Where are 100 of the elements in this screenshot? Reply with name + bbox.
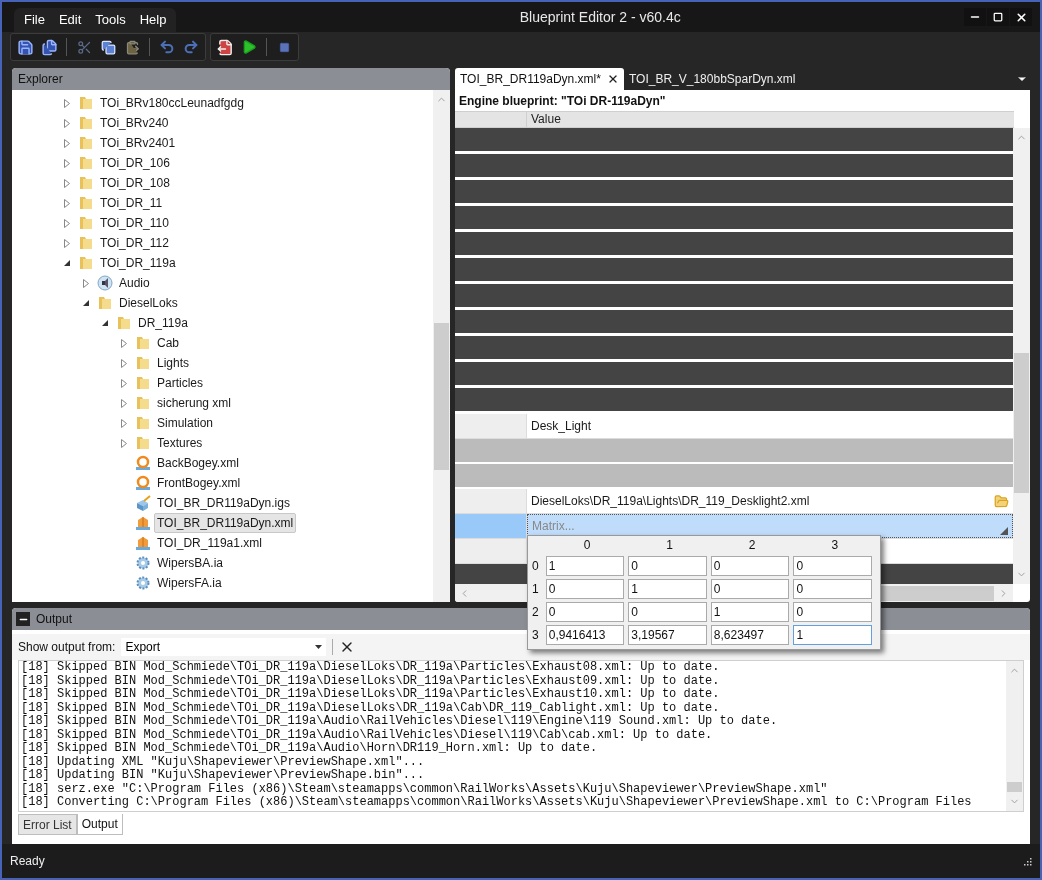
- matrix-cell-input[interactable]: 1: [793, 624, 872, 645]
- collapsed-arrow-icon[interactable]: [63, 218, 71, 228]
- play-icon[interactable]: [241, 39, 257, 55]
- collapsed-arrow-icon[interactable]: [120, 338, 128, 348]
- redo-icon[interactable]: [183, 39, 199, 55]
- document-tab[interactable]: TOI_BR_V_180bbSparDyn.xml: [623, 68, 801, 90]
- scrollbar[interactable]: [433, 90, 450, 602]
- matrix-cell-input[interactable]: 0: [710, 578, 790, 599]
- expanded-arrow-icon[interactable]: [82, 299, 90, 307]
- tree-item[interactable]: TOi_BRv240: [97, 113, 172, 133]
- matrix-cell-input[interactable]: 0: [628, 601, 707, 622]
- tree-item[interactable]: WipersFA.ia: [154, 573, 225, 593]
- collapsed-arrow-icon[interactable]: [63, 138, 71, 148]
- menu-item[interactable]: File: [24, 10, 45, 30]
- collapsed-arrow-icon[interactable]: [120, 438, 128, 448]
- undo-icon[interactable]: [159, 39, 175, 55]
- collapsed-arrow-icon[interactable]: [120, 418, 128, 428]
- tree-item[interactable]: FrontBogey.xml: [154, 473, 244, 493]
- tree-item[interactable]: TOI_DR_119a1.xml: [154, 533, 265, 553]
- stop-icon[interactable]: [278, 41, 290, 53]
- tree-item[interactable]: Simulation: [154, 413, 217, 433]
- tree-item[interactable]: TOi_BRv180ccLeunadfgdg: [97, 93, 247, 113]
- tree-item[interactable]: TOi_DR_110: [97, 213, 172, 233]
- collapsed-arrow-icon[interactable]: [120, 358, 128, 368]
- folder-icon: [78, 215, 94, 231]
- expanded-arrow-icon[interactable]: [101, 319, 109, 327]
- scroll-thumb[interactable]: [434, 323, 449, 470]
- collapsed-arrow-icon[interactable]: [120, 398, 128, 408]
- cut-icon[interactable]: [76, 39, 92, 55]
- matrix-cell-input[interactable]: 8,623497: [710, 624, 790, 645]
- column-header[interactable]: Value: [527, 112, 565, 127]
- collapsed-arrow-icon[interactable]: [63, 198, 71, 208]
- tree-item[interactable]: BackBogey.xml: [154, 453, 242, 473]
- collapsed-arrow-icon[interactable]: [120, 378, 128, 388]
- matrix-cell-input[interactable]: 0,9416413: [545, 624, 625, 645]
- collapsed-arrow-icon[interactable]: [63, 118, 71, 128]
- tree-item[interactable]: TOI_BR_DR119aDyn.igs: [154, 493, 293, 513]
- collapse-button[interactable]: [16, 612, 30, 626]
- scrollbar[interactable]: [1006, 661, 1023, 811]
- matrix-column-header: 2: [747, 537, 757, 554]
- matrix-row-header: 1: [532, 580, 540, 598]
- tree-item[interactable]: TOi_DR_11: [97, 193, 166, 213]
- tree-item[interactable]: Cab: [154, 333, 182, 353]
- tree-item[interactable]: TOi_DR_106: [97, 153, 173, 173]
- tree-item[interactable]: TOi_DR_119a: [97, 253, 179, 273]
- cube-icon: [135, 515, 151, 531]
- collapsed-arrow-icon[interactable]: [63, 238, 71, 248]
- tree-item[interactable]: Audio: [116, 273, 153, 293]
- menu-item[interactable]: Tools: [95, 10, 126, 30]
- matrix-dropdown-value: Matrix...: [532, 518, 575, 535]
- matrix-cell-input[interactable]: 1: [628, 578, 707, 599]
- expanded-arrow-icon[interactable]: [63, 259, 71, 267]
- scrollbar[interactable]: [1013, 128, 1030, 584]
- matrix-cell-input[interactable]: 0: [545, 578, 625, 599]
- paste-icon[interactable]: [124, 39, 140, 55]
- tree-item[interactable]: TOi_BRv2401: [97, 133, 179, 153]
- matrix-cell-input[interactable]: 0: [793, 578, 872, 599]
- output-source-dropdown[interactable]: Export: [121, 638, 327, 656]
- tree-item[interactable]: DieselLoks: [116, 293, 181, 313]
- tree-item[interactable]: sicherung xml: [154, 393, 235, 413]
- menu-item[interactable]: Edit: [58, 10, 82, 30]
- matrix-cell-input[interactable]: 3,19567: [628, 624, 707, 645]
- log-line: [18] Converting C:\Program Files (x86)\Steam\steamapps\common\RailWorks\Assets\Kuju\Shapeviewer\PreviewShape.xml to C:\Program Files: [21, 796, 973, 810]
- collapsed-arrow-icon[interactable]: [63, 158, 71, 168]
- matrix-cell-input[interactable]: 0: [793, 601, 872, 622]
- matrix-cell-input[interactable]: 1: [710, 601, 790, 622]
- tree-item[interactable]: Particles: [154, 373, 206, 393]
- ring-icon: [135, 475, 151, 491]
- matrix-cell-input[interactable]: 0: [628, 555, 707, 576]
- save-icon[interactable]: [16, 38, 34, 56]
- tree-item[interactable]: Lights: [154, 353, 193, 373]
- resize-grip-icon[interactable]: [1022, 856, 1032, 866]
- collapsed-arrow-icon[interactable]: [63, 178, 71, 188]
- panel-tab[interactable]: Error List: [18, 814, 77, 835]
- matrix-cell-input[interactable]: 1: [545, 555, 625, 576]
- collapsed-arrow-icon[interactable]: [63, 98, 71, 108]
- export-document-icon[interactable]: [216, 38, 234, 56]
- matrix-cell-input[interactable]: 0: [545, 601, 625, 622]
- scroll-thumb[interactable]: [1014, 353, 1029, 493]
- gear-icon: [135, 555, 151, 571]
- dropdown-corner-icon[interactable]: [1000, 527, 1008, 535]
- matrix-cell-input[interactable]: 0: [710, 555, 790, 576]
- tree-item[interactable]: TOI_BR_DR119aDyn.xml: [154, 513, 297, 533]
- tree-item[interactable]: Textures: [154, 433, 206, 453]
- save-all-icon[interactable]: [40, 38, 58, 56]
- minimize-button[interactable]: [964, 8, 986, 26]
- folder-open-icon[interactable]: [994, 493, 1009, 509]
- tree-item[interactable]: TOi_DR_108: [97, 173, 173, 193]
- copy-icon[interactable]: [100, 39, 116, 55]
- maximize-button[interactable]: [987, 8, 1009, 26]
- scroll-thumb[interactable]: [1007, 782, 1022, 792]
- close-button[interactable]: [1010, 8, 1032, 26]
- panel-tab[interactable]: Output: [76, 814, 123, 835]
- matrix-cell-input[interactable]: 0: [793, 555, 872, 576]
- collapsed-arrow-icon[interactable]: [82, 278, 90, 288]
- tree-item[interactable]: TOi_DR_112: [97, 233, 172, 253]
- document-tab[interactable]: TOI_BR_DR119aDyn.xml*: [455, 68, 624, 90]
- tree-item[interactable]: WipersBA.ia: [154, 553, 227, 573]
- menu-item[interactable]: Help: [139, 10, 167, 30]
- tree-item[interactable]: DR_119a: [135, 313, 191, 333]
